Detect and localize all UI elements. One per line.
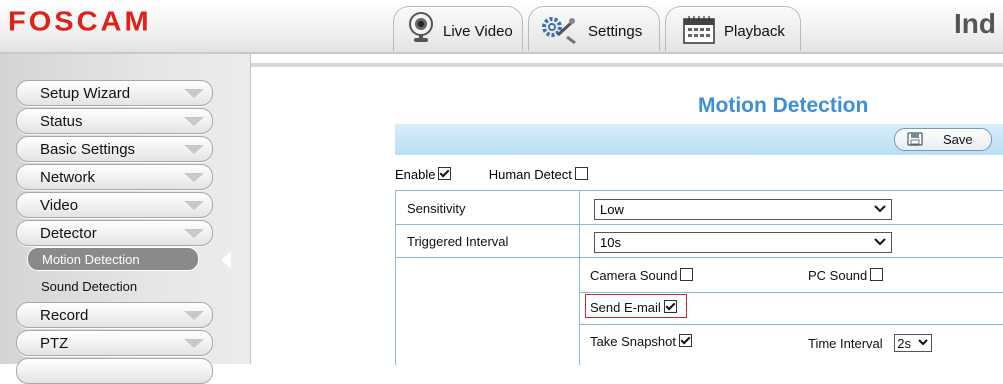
sidebar-item-label: Network	[40, 169, 96, 186]
table-divider	[579, 324, 1003, 325]
time-interval-select[interactable]: 2s	[894, 334, 933, 352]
sidebar-item-label: Setup Wizard	[40, 85, 131, 102]
table-divider	[579, 292, 1003, 293]
sidebar-item-label: Video	[40, 197, 79, 214]
enable-label: Enable	[395, 167, 436, 182]
chevron-down-icon	[918, 339, 928, 346]
sidebar-item-status[interactable]: Status	[16, 108, 213, 134]
app-header: FOSCAM Live Video Settings Playback Ind	[0, 0, 1003, 54]
human-detect-label: Human Detect	[488, 167, 572, 182]
chevron-down-icon	[874, 205, 886, 213]
camera-sound-option: Camera Sound	[590, 268, 694, 283]
calendar-icon	[683, 16, 715, 44]
time-interval-label: Time Interval	[808, 336, 883, 351]
sidebar-item-label: Detector	[40, 225, 97, 242]
sidebar-item-basic-settings[interactable]: Basic Settings	[16, 136, 213, 162]
chevron-down-icon	[184, 117, 204, 126]
pc-sound-checkbox[interactable]	[870, 268, 884, 281]
header-brand-text: Ind	[954, 8, 996, 39]
human-detect-checkbox[interactable]	[574, 167, 588, 180]
pc-sound-option: PC Sound	[808, 268, 884, 283]
sidebar-item-video[interactable]: Video	[16, 192, 213, 218]
tab-label-live-video: Live Video	[443, 23, 513, 40]
action-toolbar: Save	[395, 124, 1003, 155]
take-snapshot-label: Take Snapshot	[590, 334, 677, 349]
settings-table: Sensitivity Low Triggered Interval 10s C…	[395, 190, 1003, 365]
sidebar-subitem-sound-detection[interactable]: Sound Detection	[27, 275, 197, 297]
triggered-interval-select[interactable]: 10s	[594, 232, 892, 253]
sensitivity-select[interactable]: Low	[594, 199, 892, 220]
sidebar-item-partial[interactable]	[16, 358, 213, 384]
time-interval-option: Time Interval 2s	[808, 334, 933, 352]
sidebar-item-network[interactable]: Network	[16, 164, 213, 190]
tab-settings[interactable]: Settings	[528, 6, 660, 51]
table-column-divider	[579, 191, 580, 365]
chevron-down-icon	[184, 201, 204, 210]
sidebar-subitem-label: Sound Detection	[41, 279, 138, 294]
sidebar-item-setup-wizard[interactable]: Setup Wizard	[16, 80, 213, 106]
sensitivity-label: Sensitivity	[407, 201, 466, 216]
time-interval-select-value: 2s	[897, 336, 912, 351]
page-title: Motion Detection	[698, 94, 869, 117]
tab-playback[interactable]: Playback	[665, 6, 801, 51]
tab-label-settings: Settings	[588, 23, 643, 40]
webcam-icon	[409, 12, 433, 42]
camera-sound-label: Camera Sound	[590, 268, 678, 283]
foscam-logo: FOSCAM	[8, 6, 152, 38]
send-email-option: Send E-mail	[590, 300, 677, 315]
chevron-down-icon	[184, 173, 204, 182]
sidebar-subitem-label: Motion Detection	[42, 252, 140, 267]
send-email-checkbox[interactable]	[663, 300, 677, 313]
chevron-down-icon	[184, 89, 204, 98]
sidebar-item-label: Record	[40, 307, 89, 324]
sidebar-item-record[interactable]: Record	[16, 302, 213, 328]
take-snapshot-option: Take Snapshot	[590, 334, 693, 349]
save-button[interactable]: Save	[894, 128, 992, 151]
sidebar: Setup Wizard Status Basic Settings Netwo…	[0, 54, 251, 384]
chevron-down-icon	[184, 339, 204, 348]
table-divider	[396, 257, 1003, 258]
chevron-down-icon	[184, 145, 204, 154]
sidebar-item-label: Basic Settings	[40, 141, 136, 158]
content-top-divider	[251, 63, 1003, 67]
camera-sound-checkbox[interactable]	[680, 268, 694, 281]
sidebar-item-ptz[interactable]: PTZ	[16, 330, 213, 356]
active-pointer-icon	[221, 251, 231, 269]
save-button-label: Save	[943, 132, 973, 147]
pc-sound-label: PC Sound	[808, 268, 868, 283]
triggered-interval-label: Triggered Interval	[407, 234, 509, 249]
chevron-down-icon	[184, 311, 204, 320]
sidebar-item-detector[interactable]: Detector	[16, 220, 213, 246]
enable-checkbox[interactable]	[438, 167, 452, 180]
take-snapshot-checkbox[interactable]	[679, 334, 693, 347]
chevron-down-icon	[874, 238, 886, 246]
sensitivity-select-value: Low	[600, 202, 624, 217]
floppy-disk-icon	[907, 132, 923, 146]
gears-icon	[542, 17, 576, 45]
sidebar-item-label: Status	[40, 113, 83, 130]
tab-label-playback: Playback	[724, 23, 785, 40]
table-divider	[396, 224, 1003, 225]
tab-live-video[interactable]: Live Video	[393, 6, 523, 51]
triggered-interval-select-value: 10s	[600, 235, 621, 250]
sidebar-item-label: PTZ	[40, 335, 69, 352]
enable-row: Enable Human Detect	[395, 167, 588, 182]
send-email-label: Send E-mail	[590, 300, 661, 315]
sidebar-subitem-motion-detection[interactable]: Motion Detection	[27, 247, 199, 271]
chevron-down-icon	[184, 229, 204, 238]
